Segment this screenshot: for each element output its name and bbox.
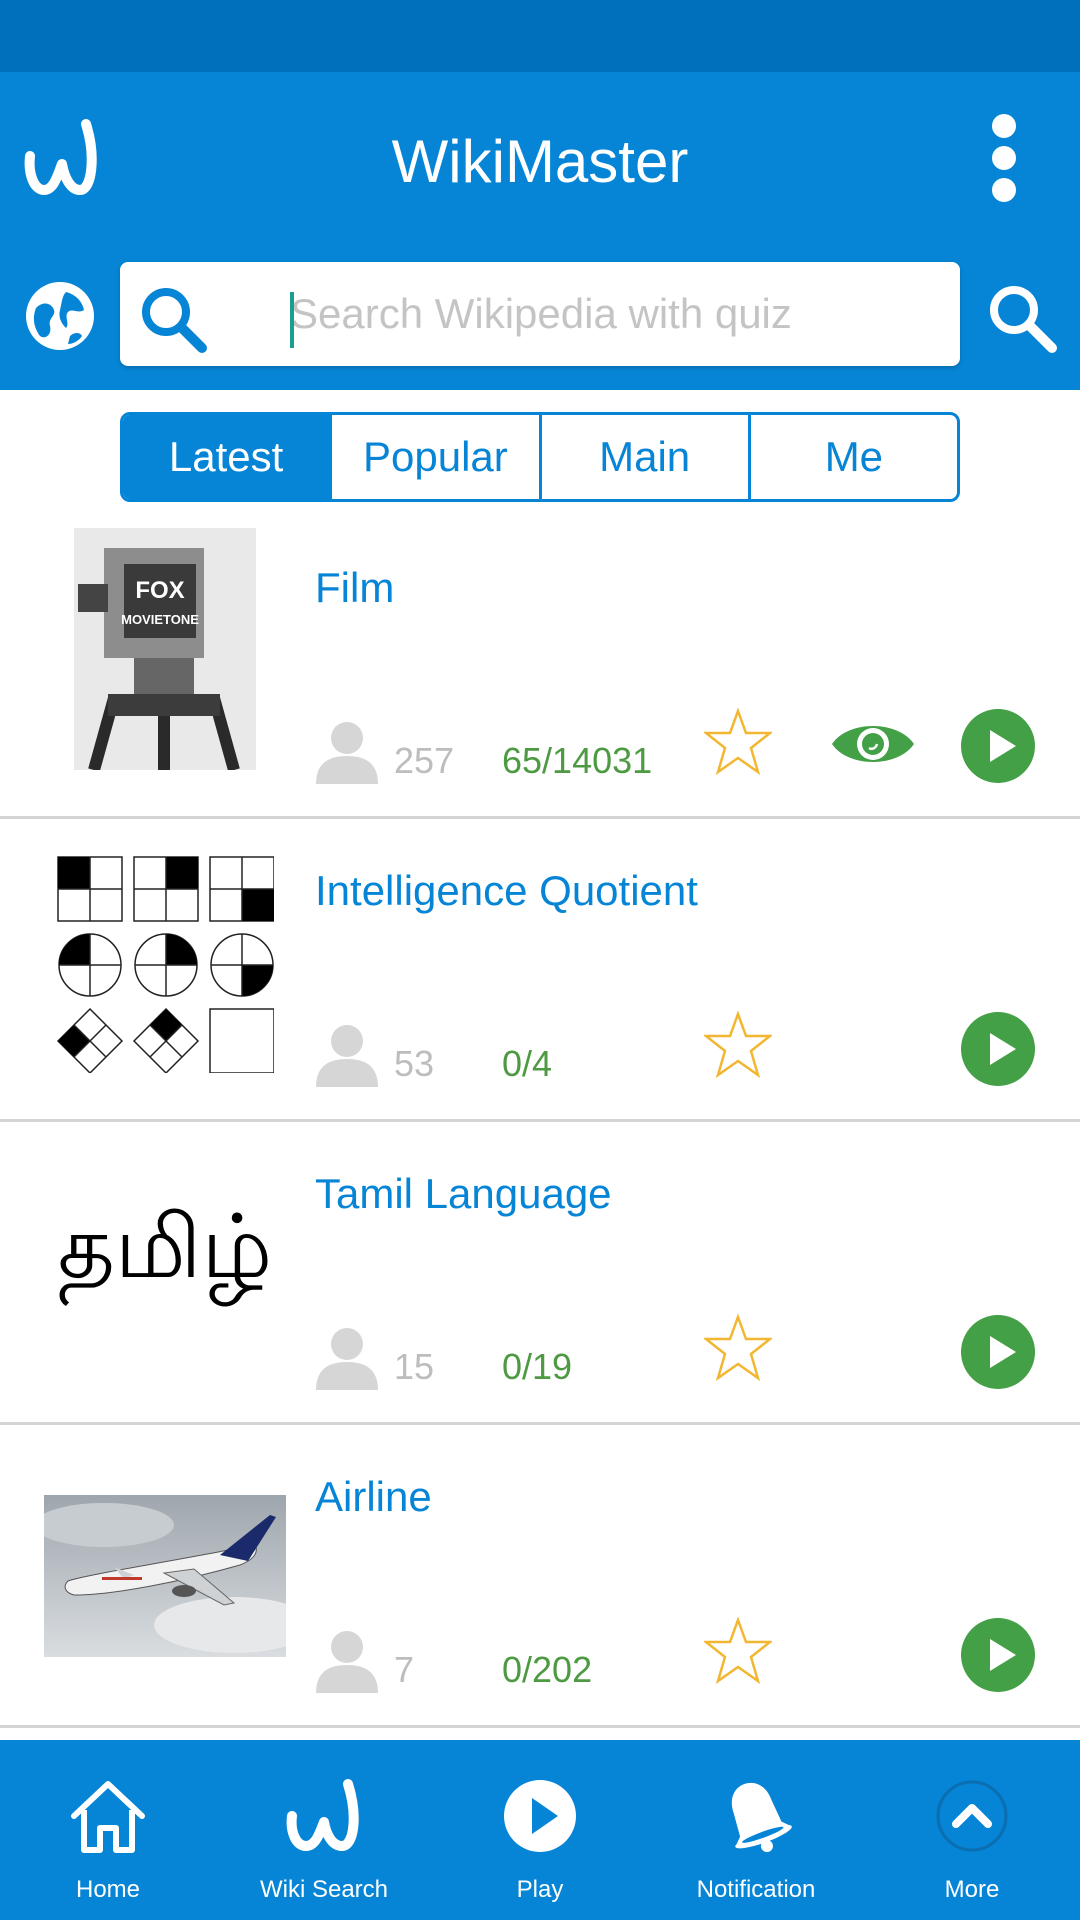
quiz-score: 65/14031 (502, 740, 653, 781)
article-title[interactable]: Intelligence Quotient (315, 867, 698, 915)
user-count: 15 (394, 1346, 435, 1387)
tab-me[interactable]: Me (747, 415, 957, 499)
search-input[interactable] (290, 262, 930, 366)
iq-thumbnail-image (56, 856, 274, 1073)
play-button-icon[interactable] (960, 708, 1036, 784)
globe-icon[interactable] (22, 278, 98, 354)
article-title[interactable]: Film (315, 564, 394, 612)
bottom-nav: Home Wiki Search Play Notification More (0, 1740, 1080, 1920)
tab-main[interactable]: Main (538, 415, 748, 499)
nav-more-label: More (944, 1876, 1000, 1903)
nav-play[interactable]: Play (432, 1740, 648, 1920)
article-list: FOX MOVIETONE Film 257 65/14031 Intellig… (0, 516, 1080, 1728)
search-box[interactable] (120, 262, 960, 366)
tab-latest[interactable]: Latest (123, 415, 330, 499)
nav-home[interactable]: Home (0, 1740, 216, 1920)
text-cursor (290, 292, 294, 348)
nav-more[interactable]: More (864, 1740, 1080, 1920)
tab-popular[interactable]: Popular (329, 415, 538, 499)
nav-play-label: Play (516, 1876, 564, 1903)
list-item[interactable]: Intelligence Quotient 53 0/4 (0, 819, 1080, 1122)
airline-thumbnail-image (44, 1495, 286, 1657)
article-title[interactable]: Airline (315, 1473, 432, 1521)
nav-home-label: Home (75, 1876, 141, 1903)
status-bar (0, 0, 1080, 72)
tab-bar: Latest Popular Main Me (120, 412, 960, 502)
svg-text:MOVIETONE: MOVIETONE (121, 612, 199, 627)
tamil-script-text: தமிழ் (57, 1194, 273, 1298)
play-icon (504, 1780, 576, 1852)
user-count: 7 (394, 1649, 415, 1690)
nav-wiki-search[interactable]: Wiki Search (216, 1740, 432, 1920)
quiz-score: 0/4 (502, 1043, 553, 1084)
quiz-score: 0/202 (502, 1649, 593, 1690)
nav-wiki-search-label: Wiki Search (259, 1876, 389, 1903)
eye-icon[interactable] (830, 716, 916, 772)
bell-icon (731, 1782, 792, 1853)
star-icon[interactable] (704, 1314, 772, 1382)
wiki-logo-icon (286, 1779, 359, 1851)
search-submit-icon[interactable] (982, 278, 1062, 358)
nav-notification[interactable]: Notification (648, 1740, 864, 1920)
quiz-score: 0/19 (502, 1346, 573, 1387)
play-button-icon[interactable] (960, 1617, 1036, 1693)
list-item[interactable]: Airline 7 0/202 (0, 1425, 1080, 1728)
chevron-up-icon (936, 1780, 1008, 1852)
user-count: 53 (394, 1043, 435, 1084)
user-icon (316, 1025, 378, 1087)
play-button-icon[interactable] (960, 1011, 1036, 1087)
film-thumbnail-image: FOX MOVIETONE (74, 528, 256, 770)
article-title[interactable]: Tamil Language (315, 1170, 612, 1218)
overflow-menu-button[interactable] (980, 106, 1028, 210)
nav-notification-label: Notification (696, 1876, 816, 1903)
user-count: 257 (394, 740, 455, 781)
star-icon[interactable] (704, 1617, 772, 1685)
tamil-thumbnail-image: தமிழ் (50, 1182, 280, 1322)
app-bar: WikiMaster (0, 72, 1080, 390)
star-icon[interactable] (704, 1011, 772, 1079)
list-item[interactable]: தமிழ் Tamil Language 15 0/19 (0, 1122, 1080, 1425)
svg-text:FOX: FOX (135, 577, 184, 604)
user-icon (316, 722, 378, 784)
star-icon[interactable] (704, 708, 772, 776)
user-icon (316, 1328, 378, 1390)
app-title: WikiMaster (391, 128, 689, 195)
search-icon (142, 288, 207, 353)
play-button-icon[interactable] (960, 1314, 1036, 1390)
home-icon (71, 1781, 145, 1853)
list-item[interactable]: FOX MOVIETONE Film 257 65/14031 (0, 516, 1080, 819)
user-icon (316, 1631, 378, 1693)
